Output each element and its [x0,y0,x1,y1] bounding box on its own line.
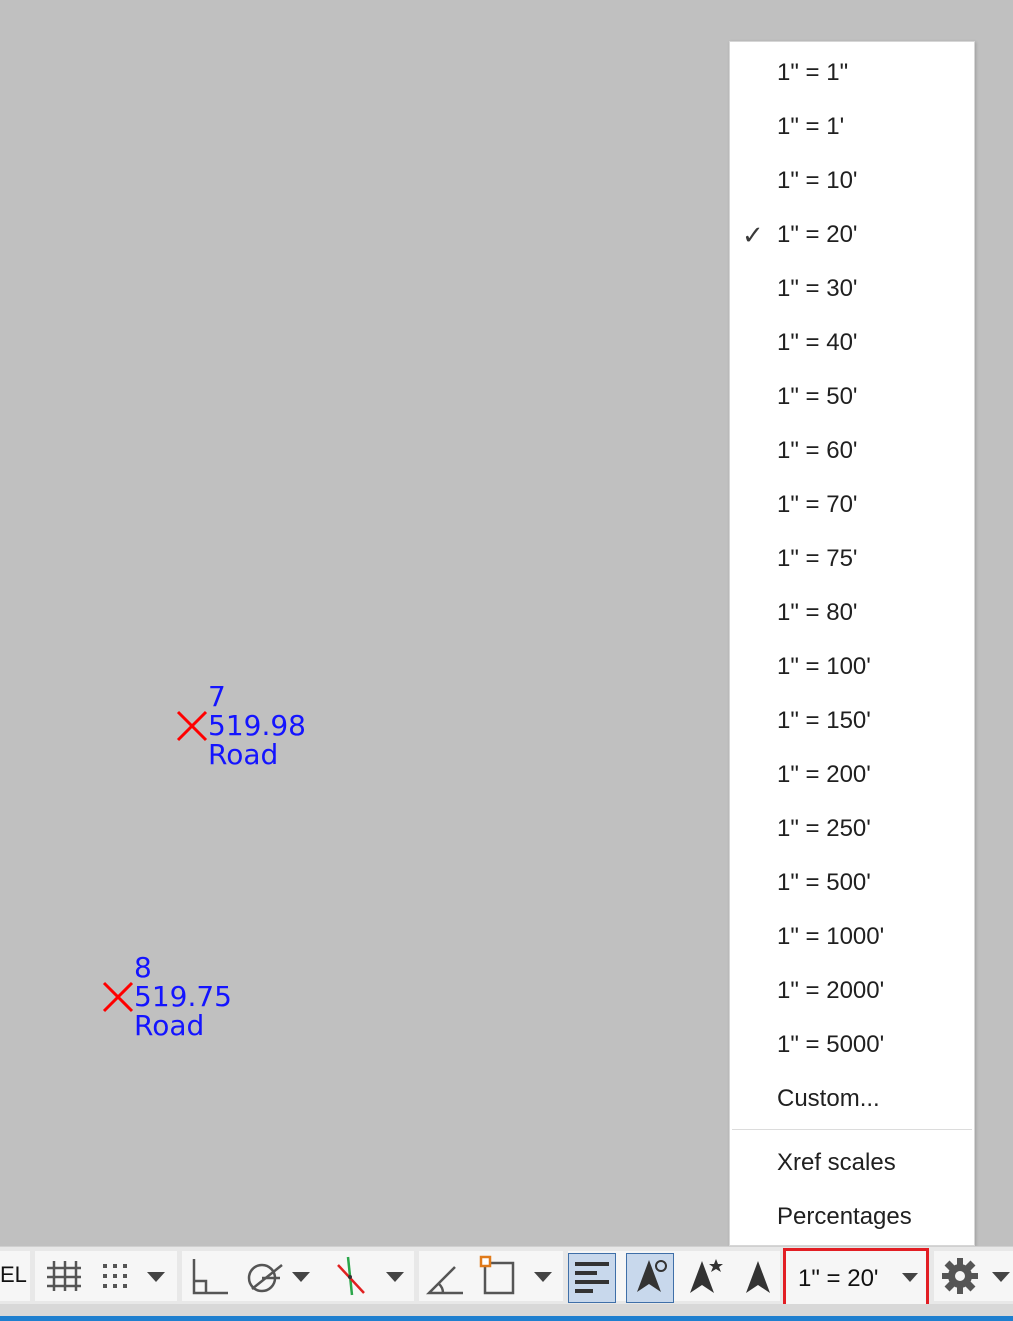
scale-option-label: 1" = 10' [777,167,858,194]
menu-option-label: Xref scales [777,1149,896,1176]
taskbar-strip [0,1304,1013,1321]
scale-option[interactable]: 1" = 100' [730,640,974,694]
scale-option-label: 1" = 200' [777,761,871,788]
percentages-option[interactable]: Percentages [730,1190,974,1244]
model-space-label[interactable]: EL [0,1262,27,1288]
scale-option[interactable]: 1" = 40' [730,316,974,370]
scale-option[interactable]: 1" = 1" [730,46,974,100]
scale-option-label: 1" = 50' [777,383,858,410]
point-description: Road [208,738,279,771]
point-marker-icon [176,710,208,742]
scale-option-label: 1" = 80' [777,599,858,626]
scale-option-label: Custom... [777,1085,880,1112]
scale-option-label: 1" = 5000' [777,1031,885,1058]
workspace-group [934,1251,1013,1301]
scale-option[interactable]: 1" = 30' [730,262,974,316]
survey-point-8[interactable]: 8 519.75 Road [102,953,242,1043]
scale-option[interactable]: 1" = 80' [730,586,974,640]
scale-option[interactable]: 1" = 5000' [730,1018,974,1072]
chevron-down-icon [902,1273,918,1282]
scale-option-label: 1" = 500' [777,869,871,896]
annotation-group [568,1251,782,1303]
point-elevation: 519.98 [208,709,306,742]
chevron-down-icon[interactable] [527,1251,561,1301]
chevron-down-icon[interactable] [139,1251,175,1301]
custom-scale-option[interactable]: Custom... [730,1072,974,1126]
gear-icon[interactable] [936,1251,984,1301]
scale-option-label: 1" = 100' [777,653,871,680]
current-scale-label: 1" = 20' [798,1265,879,1292]
scale-option[interactable]: 1" = 60' [730,424,974,478]
scale-option[interactable]: 1" = 50' [730,370,974,424]
annotation-scale-menu: 1" = 1" 1" = 1' 1" = 10' ✓ 1" = 20' 1" =… [729,41,975,1246]
chevron-down-icon[interactable] [380,1251,412,1301]
scale-option-label: 1" = 40' [777,329,858,356]
scale-option-label: 1" = 60' [777,437,858,464]
taskbar-accent [0,1316,1013,1321]
snap-icon[interactable] [93,1251,141,1301]
scale-option-selected[interactable]: ✓ 1" = 20' [730,208,974,262]
annotation-scale-icon[interactable] [734,1251,782,1301]
scale-option-label: 1" = 250' [777,815,871,842]
annotation-scale-button[interactable]: 1" = 20' [783,1248,929,1307]
chevron-down-icon[interactable] [986,1251,1013,1301]
grid-snap-group [35,1251,177,1301]
scale-option-label: 1" = 1' [777,113,845,140]
point-elevation: 519.75 [134,980,232,1013]
point-number: 8 [134,951,152,984]
menu-option-label: Percentages [777,1203,912,1230]
grid-icon[interactable] [39,1251,87,1301]
model-group: EL [0,1251,30,1301]
chevron-down-icon[interactable] [286,1251,318,1301]
scale-option[interactable]: 1" = 250' [730,802,974,856]
osnap-track-icon[interactable] [328,1251,376,1301]
scale-option[interactable]: 1" = 1000' [730,910,974,964]
scale-option[interactable]: 1" = 500' [730,856,974,910]
scale-option-label: 1" = 75' [777,545,858,572]
scale-option[interactable]: 1" = 70' [730,478,974,532]
auto-scale-icon[interactable] [680,1251,728,1301]
ucs-group [419,1251,563,1301]
scale-option-label: 1" = 70' [777,491,858,518]
scale-option[interactable]: 1" = 2000' [730,964,974,1018]
scale-option-label: 1" = 2000' [777,977,885,1004]
drafting-group [182,1251,414,1301]
scale-option[interactable]: 1" = 1' [730,100,974,154]
lineweight-icon[interactable] [568,1253,616,1303]
ortho-icon[interactable] [184,1251,232,1301]
scale-option-label: 1" = 1000' [777,923,885,950]
xref-scales-option[interactable]: Xref scales [730,1136,974,1190]
menu-separator [732,1129,972,1130]
annotation-visibility-icon[interactable] [626,1253,674,1303]
isodraft-icon[interactable] [421,1251,469,1301]
polar-icon[interactable] [238,1251,286,1301]
scale-option[interactable]: 1" = 200' [730,748,974,802]
scale-option-label: 1" = 150' [777,707,871,734]
point-description: Road [134,1009,205,1042]
scale-option-label: 1" = 20' [777,221,858,248]
scale-option-label: 1" = 30' [777,275,858,302]
point-number: 7 [208,680,226,713]
scale-option[interactable]: 1" = 150' [730,694,974,748]
dynamic-ucs-icon[interactable] [475,1251,523,1301]
checkmark-icon: ✓ [742,220,764,250]
survey-point-7[interactable]: 7 519.98 Road [176,682,316,772]
point-marker-icon [102,981,134,1013]
scale-option[interactable]: 1" = 75' [730,532,974,586]
scale-option[interactable]: 1" = 10' [730,154,974,208]
scale-option-label: 1" = 1" [777,59,849,86]
